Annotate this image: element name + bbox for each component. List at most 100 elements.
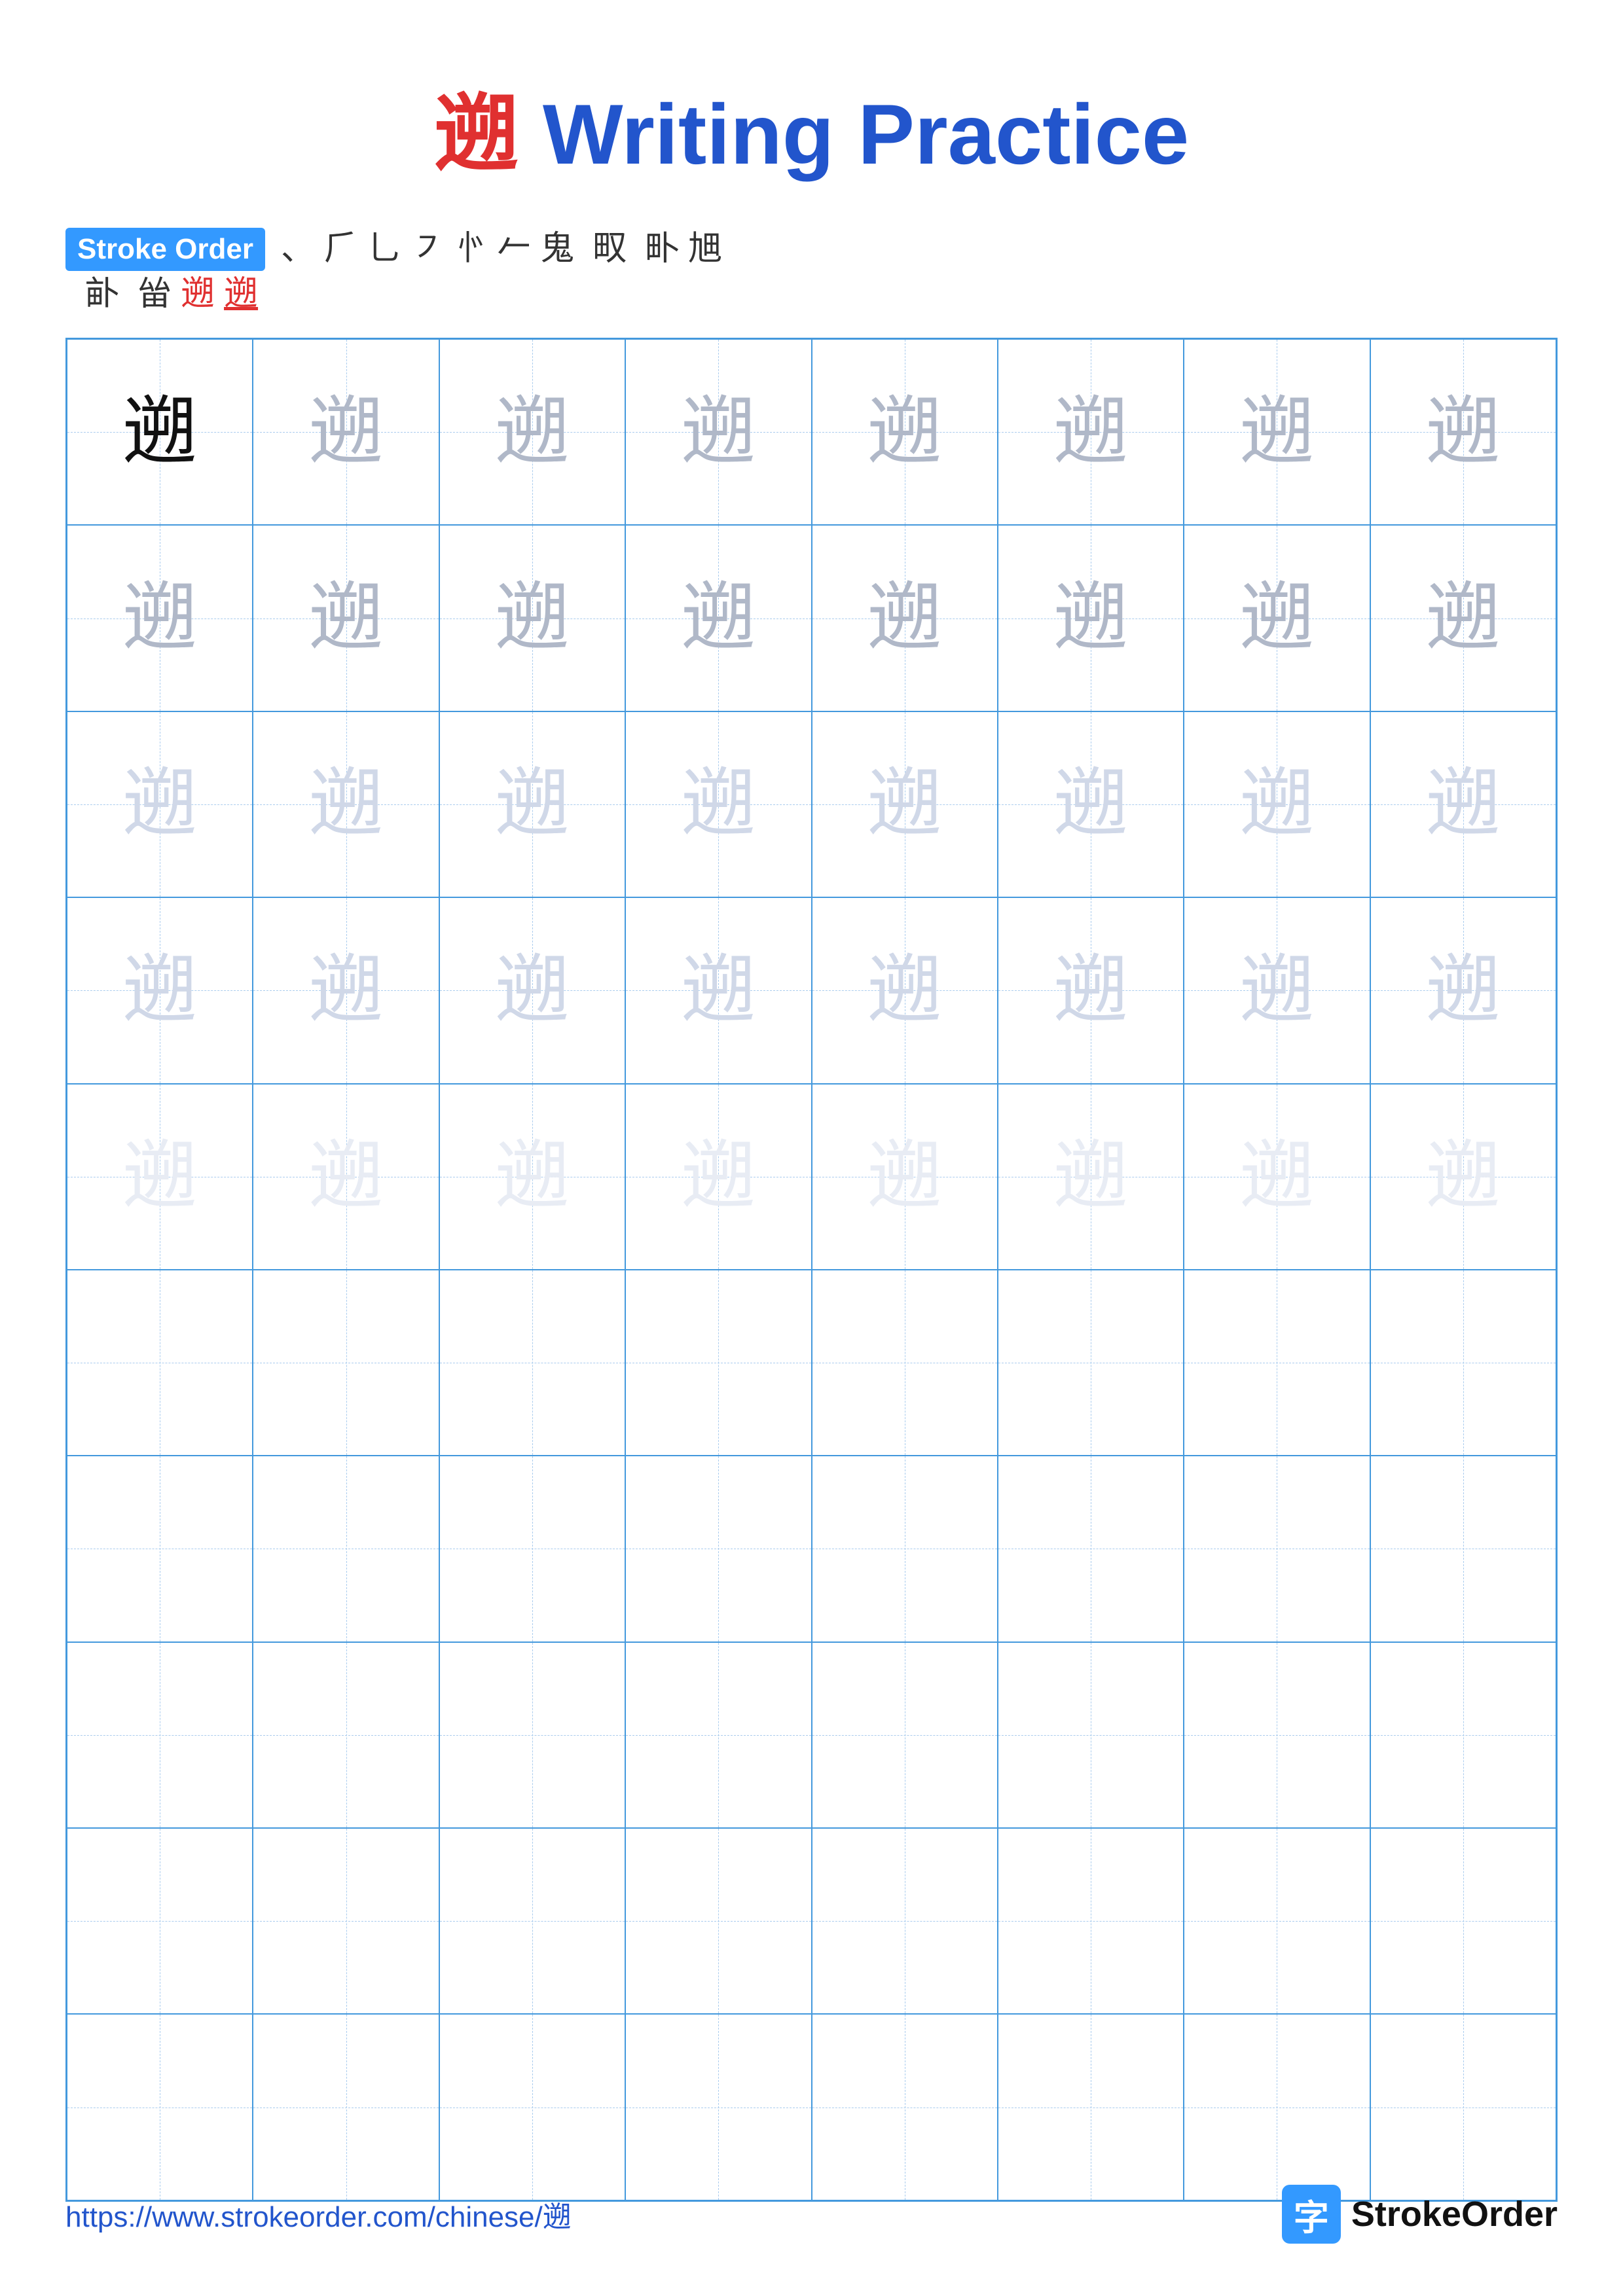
grid-cell-r5c2[interactable]: 遡 <box>253 1084 439 1270</box>
practice-char: 遡 <box>1425 395 1501 470</box>
practice-char: 遡 <box>1425 1139 1501 1214</box>
grid-cell-r6c3[interactable] <box>439 1270 625 1456</box>
grid-cell-r9c2[interactable] <box>253 1828 439 2014</box>
title-section: 遡 Writing Practice <box>65 65 1558 188</box>
grid-cell-r10c2[interactable] <box>253 2014 439 2200</box>
grid-cell-r9c1[interactable] <box>67 1828 253 2014</box>
grid-cell-r9c8[interactable] <box>1370 1828 1556 2014</box>
grid-cell-r3c5[interactable]: 遡 <box>812 711 998 897</box>
grid-cell-r6c2[interactable] <box>253 1270 439 1456</box>
footer-logo-char: 字 <box>1294 2189 1329 2240</box>
footer-url[interactable]: https://www.strokeorder.com/chinese/遡 <box>65 2193 572 2235</box>
grid-cell-r8c5[interactable] <box>812 1642 998 1828</box>
grid-cell-r1c2[interactable]: 遡 <box>253 339 439 525</box>
stroke-step-1: 、 <box>281 232 315 266</box>
grid-cell-r4c6[interactable]: 遡 <box>998 897 1184 1083</box>
stroke-step-5: 㣺 <box>454 232 488 266</box>
grid-cell-r8c8[interactable] <box>1370 1642 1556 1828</box>
grid-cell-r6c8[interactable] <box>1370 1270 1556 1456</box>
grid-cell-r9c3[interactable] <box>439 1828 625 2014</box>
grid-cell-r5c5[interactable]: 遡 <box>812 1084 998 1270</box>
stroke-step-18: 遡 <box>224 278 258 312</box>
grid-cell-r8c3[interactable] <box>439 1642 625 1828</box>
grid-cell-r5c1[interactable]: 遡 <box>67 1084 253 1270</box>
grid-cell-r4c5[interactable]: 遡 <box>812 897 998 1083</box>
grid-cell-r6c4[interactable] <box>625 1270 811 1456</box>
grid-cell-r7c5[interactable] <box>812 1456 998 1641</box>
grid-cell-r8c6[interactable] <box>998 1642 1184 1828</box>
grid-cell-r2c4[interactable]: 遡 <box>625 525 811 711</box>
grid-cell-r9c7[interactable] <box>1184 1828 1370 2014</box>
grid-cell-r7c1[interactable] <box>67 1456 253 1641</box>
grid-cell-r3c4[interactable]: 遡 <box>625 711 811 897</box>
grid-cell-r9c4[interactable] <box>625 1828 811 2014</box>
grid-cell-r3c8[interactable]: 遡 <box>1370 711 1556 897</box>
grid-cell-r10c7[interactable] <box>1184 2014 1370 2200</box>
grid-cell-r8c7[interactable] <box>1184 1642 1370 1828</box>
grid-cell-r2c3[interactable]: 遡 <box>439 525 625 711</box>
grid-cell-r3c7[interactable]: 遡 <box>1184 711 1370 897</box>
grid-cell-r10c5[interactable] <box>812 2014 998 2200</box>
footer-logo: 字 StrokeOrder <box>1282 2185 1558 2244</box>
grid-cell-r3c3[interactable]: 遡 <box>439 711 625 897</box>
grid-cell-r7c7[interactable] <box>1184 1456 1370 1641</box>
grid-cell-r10c8[interactable] <box>1370 2014 1556 2200</box>
grid-cell-r2c6[interactable]: 遡 <box>998 525 1184 711</box>
practice-char: 遡 <box>494 1139 570 1214</box>
grid-cell-r8c2[interactable] <box>253 1642 439 1828</box>
grid-cell-r2c8[interactable]: 遡 <box>1370 525 1556 711</box>
grid-cell-r4c3[interactable]: 遡 <box>439 897 625 1083</box>
stroke-step-7: 鬼 <box>540 232 574 266</box>
grid-cell-r4c4[interactable]: 遡 <box>625 897 811 1083</box>
grid-cell-r7c8[interactable] <box>1370 1456 1556 1641</box>
grid-cell-r7c2[interactable] <box>253 1456 439 1641</box>
grid-cell-r4c7[interactable]: 遡 <box>1184 897 1370 1083</box>
practice-char: 遡 <box>1425 581 1501 656</box>
grid-cell-r5c8[interactable]: 遡 <box>1370 1084 1556 1270</box>
grid-cell-r5c3[interactable]: 遡 <box>439 1084 625 1270</box>
practice-char: 遡 <box>867 953 942 1028</box>
grid-cell-r9c5[interactable] <box>812 1828 998 2014</box>
grid-cell-r6c7[interactable] <box>1184 1270 1370 1456</box>
stroke-step-14: 𤱈 <box>85 278 119 312</box>
grid-cell-r6c5[interactable] <box>812 1270 998 1456</box>
practice-char: 遡 <box>1053 1139 1129 1214</box>
grid-cell-r5c4[interactable]: 遡 <box>625 1084 811 1270</box>
grid-cell-r7c4[interactable] <box>625 1456 811 1641</box>
grid-cell-r3c6[interactable]: 遡 <box>998 711 1184 897</box>
grid-cell-r3c2[interactable]: 遡 <box>253 711 439 897</box>
practice-char: 遡 <box>681 766 756 842</box>
grid-cell-r2c5[interactable]: 遡 <box>812 525 998 711</box>
grid-cell-r1c5[interactable]: 遡 <box>812 339 998 525</box>
grid-cell-r7c3[interactable] <box>439 1456 625 1641</box>
grid-cell-r10c3[interactable] <box>439 2014 625 2200</box>
grid-cell-r6c1[interactable] <box>67 1270 253 1456</box>
stroke-chars: 、 ⺁ ⺃ ㇇ 㣺 𠂉 鬼 𤰔 𤰖 𤰗 𤰘 𤰙 <box>281 232 722 266</box>
grid-cell-r10c6[interactable] <box>998 2014 1184 2200</box>
grid-cell-r8c1[interactable] <box>67 1642 253 1828</box>
grid-cell-r1c1[interactable]: 遡 <box>67 339 253 525</box>
grid-cell-r4c8[interactable]: 遡 <box>1370 897 1556 1083</box>
grid-cell-r10c1[interactable] <box>67 2014 253 2200</box>
grid-cell-r6c6[interactable] <box>998 1270 1184 1456</box>
grid-cell-r7c6[interactable] <box>998 1456 1184 1641</box>
grid-cell-r1c7[interactable]: 遡 <box>1184 339 1370 525</box>
grid-cell-r3c1[interactable]: 遡 <box>67 711 253 897</box>
grid-cell-r4c1[interactable]: 遡 <box>67 897 253 1083</box>
grid-cell-r1c6[interactable]: 遡 <box>998 339 1184 525</box>
grid-cell-r9c6[interactable] <box>998 1828 1184 2014</box>
grid-cell-r8c4[interactable] <box>625 1642 811 1828</box>
grid-cell-r10c4[interactable] <box>625 2014 811 2200</box>
grid-cell-r1c8[interactable]: 遡 <box>1370 339 1556 525</box>
practice-char: 遡 <box>308 766 384 842</box>
stroke-step-6: 𠂉 <box>497 232 531 266</box>
footer: https://www.strokeorder.com/chinese/遡 字 … <box>65 2185 1558 2244</box>
grid-cell-r5c6[interactable]: 遡 <box>998 1084 1184 1270</box>
grid-cell-r1c4[interactable]: 遡 <box>625 339 811 525</box>
grid-cell-r1c3[interactable]: 遡 <box>439 339 625 525</box>
grid-cell-r2c1[interactable]: 遡 <box>67 525 253 711</box>
grid-cell-r5c7[interactable]: 遡 <box>1184 1084 1370 1270</box>
grid-cell-r2c2[interactable]: 遡 <box>253 525 439 711</box>
grid-cell-r2c7[interactable]: 遡 <box>1184 525 1370 711</box>
grid-cell-r4c2[interactable]: 遡 <box>253 897 439 1083</box>
